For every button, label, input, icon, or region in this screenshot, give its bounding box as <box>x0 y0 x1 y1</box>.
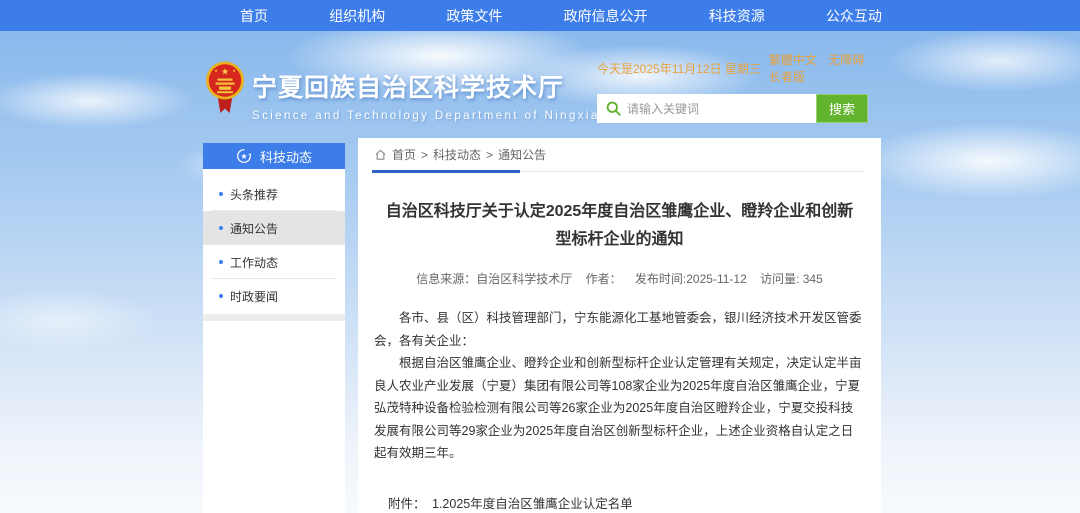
svg-text:★: ★ <box>240 152 247 161</box>
sidebar-end-divider <box>203 314 345 321</box>
sidebar-item-notices[interactable]: 通知公告 <box>203 211 345 245</box>
sidebar-item-headlines[interactable]: 头条推荐 <box>203 177 345 211</box>
emblem-graphic: ★ ★ ★ <box>205 60 245 116</box>
breadcrumb-separator: > <box>486 148 493 162</box>
article-meta: 信息来源：自治区科学技术厅 作者： 发布时间:2025-11-12 访问量: 3… <box>374 270 865 287</box>
sidebar-item-label: 时政要闻 <box>230 288 278 305</box>
bullet-dot-icon <box>219 192 223 196</box>
search-input[interactable] <box>627 102 815 116</box>
site-brand: 宁夏回族自治区科学技术厅 Science and Technology Depa… <box>252 68 600 122</box>
attachment-link-1[interactable]: 1.2025年度自治区雏鹰企业认定名单 <box>432 495 633 513</box>
breadcrumb-separator: > <box>421 148 428 162</box>
link-traditional-chinese[interactable]: 繁體中文 <box>769 53 817 67</box>
bullet-dot-icon <box>219 260 223 264</box>
nav-item-policy-documents[interactable]: 政策文件 <box>446 6 502 26</box>
article-title: 自治区科技厅关于认定2025年度自治区雏鹰企业、瞪羚企业和创新型标杆企业的通知 <box>385 198 855 254</box>
sidebar-header: ★ 科技动态 <box>203 143 345 169</box>
sidebar: ★ 科技动态 头条推荐 通知公告 工作动态 时政要闻 <box>203 143 345 513</box>
site-title: 宁夏回族自治区科学技术厅 <box>252 68 600 104</box>
attachments-label: 附件： <box>388 495 432 513</box>
sidebar-item-label: 工作动态 <box>230 254 278 271</box>
nav-item-tech-resources[interactable]: 科技资源 <box>709 6 765 26</box>
search-button[interactable]: 搜索 <box>816 94 868 123</box>
svg-text:★: ★ <box>214 68 218 73</box>
meta-publish-date: 发布时间:2025-11-12 <box>635 272 747 286</box>
nav-item-gov-info-disclosure[interactable]: 政府信息公开 <box>564 6 648 26</box>
link-accessibility[interactable]: 无障碍 <box>828 53 864 67</box>
link-elder-version[interactable]: 长者版 <box>769 70 805 84</box>
body-paragraph: 根据自治区雏鹰企业、瞪羚企业和创新型标杆企业认定管理有关规定，决定认定半亩良人农… <box>374 352 865 465</box>
meta-source: 信息来源：自治区科学技术厅 <box>416 272 572 286</box>
sidebar-item-label: 通知公告 <box>230 220 278 237</box>
current-date: 今天是2025年11月12日 星期三 <box>597 60 761 77</box>
breadcrumb-accent-underline <box>372 170 520 173</box>
national-emblem-logo: ★ ★ ★ <box>205 60 245 121</box>
circular-star-icon: ★ <box>236 148 252 164</box>
site-subtitle: Science and Technology Department of Nin… <box>252 110 600 122</box>
bullet-dot-icon <box>219 226 223 230</box>
header-right: 今天是2025年11月12日 星期三 繁體中文 无障碍 长者版 搜索 <box>597 51 868 123</box>
body-paragraph: 各市、县（区）科技管理部门，宁东能源化工基地管委会，银川经济技术开发区管委会，各… <box>374 307 865 352</box>
meta-author: 作者： <box>586 272 622 286</box>
sidebar-item-label: 头条推荐 <box>230 186 278 203</box>
sidebar-title: 科技动态 <box>260 147 312 166</box>
attachments-block: 附件： 1.2025年度自治区雏鹰企业认定名单 2.2025年度自治区瞪羚企业认… <box>374 495 865 513</box>
sidebar-item-current-politics[interactable]: 时政要闻 <box>203 279 345 313</box>
article-panel: 首页 > 科技动态 > 通知公告 自治区科技厅关于认定2025年度自治区雏鹰企业… <box>358 138 881 513</box>
meta-views: 访问量: 345 <box>760 272 823 286</box>
nav-item-organization[interactable]: 组织机构 <box>329 6 385 26</box>
svg-text:★: ★ <box>221 67 229 77</box>
breadcrumb: 首页 > 科技动态 > 通知公告 <box>374 138 865 172</box>
home-icon <box>374 148 387 161</box>
top-nav: 首页 组织机构 政策文件 政府信息公开 科技资源 公众互动 <box>0 0 1080 31</box>
search-bar: 搜索 <box>597 94 868 123</box>
bullet-dot-icon <box>219 294 223 298</box>
breadcrumb-notices[interactable]: 通知公告 <box>498 146 546 163</box>
search-icon <box>606 101 621 116</box>
svg-text:★: ★ <box>232 68 236 73</box>
breadcrumb-home[interactable]: 首页 <box>392 146 416 163</box>
article-body: 各市、县（区）科技管理部门，宁东能源化工基地管委会，银川经济技术开发区管委会，各… <box>374 307 865 465</box>
nav-item-home[interactable]: 首页 <box>240 6 268 26</box>
sidebar-item-work-updates[interactable]: 工作动态 <box>203 245 345 279</box>
breadcrumb-tech-news[interactable]: 科技动态 <box>433 146 481 163</box>
nav-item-public-interaction[interactable]: 公众互动 <box>826 6 882 26</box>
